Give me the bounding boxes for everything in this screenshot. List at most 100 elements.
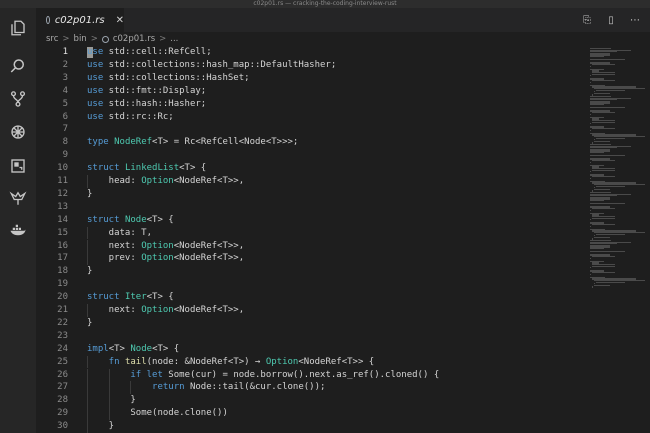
- code-line[interactable]: 14 struct Node<T> {: [36, 214, 586, 227]
- token: <T> {: [152, 343, 180, 354]
- token-ty: LinkedList: [124, 163, 180, 174]
- minimap-line: [590, 65, 591, 67]
- breadcrumb-item[interactable]: src: [46, 34, 58, 44]
- code-line[interactable]: 11 head: Option<NodeRef<T>>,: [36, 175, 586, 188]
- editor-actions: ⎘ ▯ ⋯: [580, 13, 642, 27]
- token-kw: use: [87, 59, 104, 70]
- breadcrumb-item[interactable]: c02p01.rs: [113, 34, 155, 44]
- activity-bar: [0, 8, 36, 433]
- breadcrumb-item[interactable]: ...: [170, 34, 178, 44]
- code-line[interactable]: 3 use std::collections::HashSet;: [36, 72, 586, 85]
- extensions-icon[interactable]: [6, 154, 30, 178]
- code-line[interactable]: 5 use std::hash::Hasher;: [36, 98, 586, 111]
- docker-icon[interactable]: [6, 218, 30, 242]
- code-line[interactable]: 29 Some(node.clone()): [36, 407, 586, 421]
- code-line[interactable]: 10 struct LinkedList<T> {: [36, 162, 586, 175]
- code-editor[interactable]: 1 use std::cell::RefCell; 2 use std::collec…: [36, 46, 586, 433]
- source-control-icon[interactable]: [6, 87, 30, 111]
- token: std::hash::Hasher;: [103, 98, 207, 109]
- minimap-line: [592, 80, 615, 82]
- code-text: fn tail(node: &NodeRef<T>) → Option<Node…: [109, 356, 375, 369]
- code-line[interactable]: 4 use std::fmt::Display;: [36, 85, 586, 98]
- split-editor-icon[interactable]: ⎘: [580, 13, 594, 27]
- token-kw: use: [87, 85, 104, 96]
- indent-guide: [87, 381, 88, 395]
- code-line[interactable]: 28}: [36, 394, 586, 408]
- line-number: 9: [62, 150, 68, 161]
- minimap-line: [596, 89, 625, 91]
- code-line[interactable]: 20 struct Iter<T> {: [36, 291, 586, 304]
- explorer-icon[interactable]: [6, 16, 30, 40]
- code-line[interactable]: 8 type NodeRef<T> = Rc<RefCell<Node<T>>>;: [36, 136, 586, 149]
- close-tab-icon[interactable]: ✕: [116, 15, 124, 26]
- code-line[interactable]: 22}: [36, 317, 586, 330]
- line-number: 3: [62, 72, 68, 83]
- token-kw: type: [87, 137, 109, 148]
- indent-guide: [108, 407, 110, 421]
- code-line[interactable]: 6 use std::rc::Rc;: [36, 111, 586, 124]
- minimap[interactable]: [586, 46, 650, 433]
- token: <T> {: [179, 163, 207, 174]
- search-icon[interactable]: [6, 54, 30, 78]
- layout-icon[interactable]: ▯: [604, 13, 618, 27]
- line-number: 20: [57, 292, 68, 303]
- minimap-line: [592, 208, 615, 210]
- line-number: 22: [57, 317, 68, 328]
- line-number: 8: [62, 137, 68, 148]
- token-ty: Node: [130, 343, 153, 354]
- more-actions-icon[interactable]: ⋯: [628, 13, 642, 27]
- code-text: }: [130, 394, 135, 407]
- breadcrumb-item[interactable]: bin: [74, 34, 87, 44]
- indent-guide: [108, 381, 110, 395]
- code-text: impl<T> Node<T> {: [87, 343, 179, 356]
- code-line[interactable]: 17 prev: Option<NodeRef<T>>,: [36, 252, 586, 266]
- editor-tab[interactable]: c02p01.rs ✕: [36, 8, 124, 32]
- code-line[interactable]: 13: [36, 201, 586, 214]
- tab-label: c02p01.rs: [54, 14, 105, 26]
- code-line[interactable]: 27 return Node::tail(&cur.clone());: [36, 381, 586, 395]
- minimap-line: [592, 265, 615, 267]
- token-ty: Option: [141, 253, 174, 264]
- code-line[interactable]: 16 next: Option<NodeRef<T>>,: [36, 239, 586, 253]
- line-number: 15: [57, 227, 68, 238]
- token: <NodeRef<T>>,: [173, 253, 245, 264]
- code-line[interactable]: 23: [36, 330, 586, 343]
- indent-guide: [87, 304, 88, 317]
- code-line[interactable]: 9: [36, 149, 586, 162]
- code-line[interactable]: 21 next: Option<NodeRef<T>>,: [36, 304, 586, 317]
- minimap-line: [592, 112, 615, 114]
- code-line[interactable]: 25 fn tail(node: &NodeRef<T>) → Option<No…: [36, 355, 586, 369]
- code-text: }: [109, 420, 114, 433]
- code-line[interactable]: 12}: [36, 188, 586, 201]
- token: std::cell::RefCell;: [103, 47, 212, 57]
- token-kw: if: [130, 369, 142, 380]
- code-line[interactable]: 19: [36, 278, 586, 291]
- debug-icon[interactable]: [6, 120, 30, 144]
- code-line[interactable]: 7: [36, 123, 586, 136]
- code-text: use std::rc::Rc;: [87, 111, 174, 124]
- code-line[interactable]: 15 data: T,: [36, 226, 586, 240]
- token-ty: Option: [265, 356, 299, 367]
- minimap-line: [592, 128, 615, 130]
- minimap-line: [592, 160, 615, 162]
- code-text: use std::cell::RefCell;: [87, 46, 212, 59]
- minimap-line: [594, 188, 611, 190]
- token: <NodeRef<T>>,: [173, 176, 245, 186]
- code-line[interactable]: 2 use std::collections::hash_map::Default…: [36, 59, 586, 72]
- line-number: 30: [57, 421, 68, 432]
- line-number: 16: [57, 240, 68, 251]
- code-line[interactable]: 18}: [36, 265, 586, 278]
- minimap-line: [592, 121, 615, 123]
- minimap-line: [590, 177, 591, 179]
- line-number: 17: [57, 253, 68, 264]
- code-line[interactable]: 1 use std::cell::RefCell;: [36, 46, 586, 59]
- minimap-line: [592, 272, 615, 274]
- minimap-line: [592, 169, 615, 171]
- minimap-line: [596, 137, 625, 139]
- token: prev:: [108, 253, 142, 264]
- code-line[interactable]: 26 if let Some(cur) = node.borrow().next.…: [36, 368, 586, 382]
- indent-guide: [87, 368, 88, 382]
- code-line[interactable]: 24 impl<T> Node<T> {: [36, 343, 586, 356]
- testing-icon[interactable]: [6, 186, 30, 210]
- code-line[interactable]: 30}: [36, 420, 586, 433]
